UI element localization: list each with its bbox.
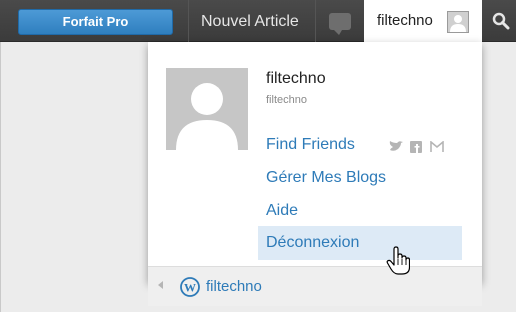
user-menu-tab[interactable]: filtechno	[364, 0, 482, 44]
user-dropdown-menu: filtechno filtechno Find Friends Gérer M…	[148, 42, 482, 306]
svg-text:W: W	[184, 281, 196, 295]
notifications-button[interactable]	[316, 0, 364, 42]
wordpress-icon: W	[180, 277, 200, 297]
forfait-pro-button[interactable]: Forfait Pro	[18, 9, 173, 35]
facebook-icon[interactable]	[410, 140, 423, 153]
dropdown-footer: W filtechno	[148, 266, 482, 306]
blog-switcher-link[interactable]: filtechno	[206, 267, 262, 307]
avatar	[166, 68, 248, 150]
search-button[interactable]	[482, 0, 516, 42]
speech-bubble-icon	[329, 13, 351, 35]
manage-blogs-link[interactable]: Gérer Mes Blogs	[258, 161, 462, 195]
profile-handle: filtechno	[266, 94, 307, 106]
divider	[188, 0, 189, 42]
twitter-icon[interactable]	[389, 140, 403, 153]
top-navigation-bar: Forfait Pro Nouvel Article filtechno	[0, 0, 516, 44]
search-icon	[492, 12, 510, 30]
social-icons	[386, 138, 444, 153]
logout-link[interactable]: Déconnexion	[258, 226, 462, 260]
mail-icon[interactable]	[430, 140, 444, 153]
mini-avatar	[447, 11, 469, 33]
user-tab-label: filtechno	[377, 12, 433, 29]
profile-username: filtechno	[266, 70, 326, 87]
hand-cursor-icon	[386, 246, 410, 275]
back-arrow-icon[interactable]	[158, 281, 163, 289]
new-article-button[interactable]: Nouvel Article	[190, 0, 315, 42]
help-link[interactable]: Aide	[258, 194, 462, 228]
